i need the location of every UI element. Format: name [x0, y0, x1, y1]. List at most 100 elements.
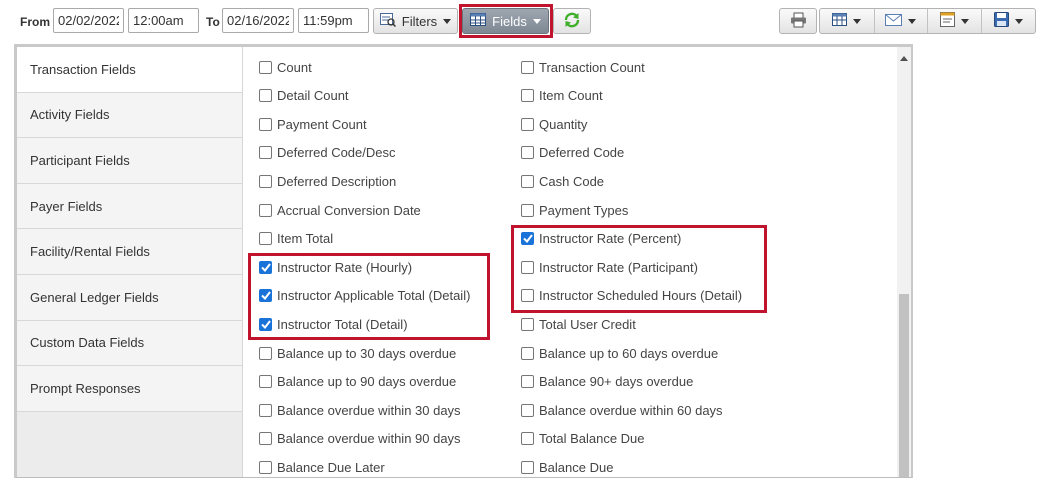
checkbox[interactable]	[521, 174, 534, 188]
sidebar-item[interactable]: Payer Fields	[17, 183, 242, 230]
field-option-label: Payment Types	[539, 202, 629, 218]
checkbox[interactable]	[521, 375, 534, 389]
refresh-button[interactable]	[553, 8, 591, 34]
field-option[interactable]: Balance up to 60 days overdue	[521, 343, 718, 363]
field-option[interactable]: Deferred Code	[521, 143, 624, 163]
sidebar-item[interactable]: General Ledger Fields	[17, 274, 242, 321]
left-selection-highlight	[248, 253, 490, 340]
checkbox[interactable]	[521, 146, 534, 160]
sidebar-item-label: Transaction Fields	[30, 61, 136, 77]
field-option-label: Detail Count	[277, 88, 349, 104]
field-option[interactable]: Transaction Count	[521, 57, 645, 77]
grid-icon	[832, 13, 848, 29]
field-option-label: Deferred Code	[539, 145, 625, 161]
save-icon	[993, 12, 1009, 30]
field-option-label: Balance overdue within 30 days	[277, 402, 461, 418]
checkbox[interactable]	[259, 346, 272, 360]
chevron-down-icon	[960, 18, 969, 24]
field-option[interactable]: Balance Due	[521, 457, 613, 477]
grid-menu-button[interactable]	[820, 9, 874, 33]
checkbox[interactable]	[259, 460, 272, 474]
checkbox[interactable]	[521, 117, 534, 131]
field-option-label: Item Count	[539, 88, 603, 104]
export-button-group	[819, 8, 1036, 34]
checkbox[interactable]	[259, 89, 272, 103]
toolbar: From To Filters Fields	[0, 0, 1059, 44]
checkbox[interactable]	[521, 89, 534, 103]
field-option[interactable]: Detail Count	[259, 86, 349, 106]
field-option[interactable]: Balance overdue within 30 days	[259, 400, 461, 420]
checkbox[interactable]	[259, 375, 272, 389]
field-option[interactable]: Deferred Description	[259, 171, 396, 191]
sidebar-item-label: Participant Fields	[30, 152, 130, 168]
report-icon	[939, 12, 955, 30]
scrollbar-thumb[interactable]	[899, 294, 909, 477]
email-menu-button[interactable]	[873, 9, 928, 33]
field-option[interactable]: Balance up to 30 days overdue	[259, 343, 456, 363]
field-option[interactable]: Total Balance Due	[521, 429, 645, 449]
report-menu-button[interactable]	[927, 9, 981, 33]
sidebar-item[interactable]: Transaction Fields	[17, 47, 242, 93]
sidebar-item[interactable]: Participant Fields	[17, 138, 242, 184]
sidebar-item[interactable]: Facility/Rental Fields	[17, 229, 242, 275]
field-option[interactable]: Item Total	[259, 229, 333, 249]
field-option[interactable]: Payment Count	[259, 114, 367, 134]
print-button[interactable]	[779, 8, 817, 34]
to-time-input[interactable]	[298, 8, 369, 33]
save-menu-button[interactable]	[980, 9, 1036, 33]
field-option[interactable]: Deferred Code/Desc	[259, 143, 396, 163]
sidebar-item[interactable]: Prompt Responses	[17, 366, 242, 412]
checkbox[interactable]	[259, 60, 272, 74]
field-option[interactable]: Balance up to 90 days overdue	[259, 372, 456, 392]
refresh-icon	[563, 11, 581, 32]
sidebar-item[interactable]: Custom Data Fields	[17, 320, 242, 367]
to-date-input[interactable]	[222, 8, 294, 33]
field-option[interactable]: Cash Code	[521, 171, 604, 191]
sidebar-item-label: Facility/Rental Fields	[30, 244, 150, 260]
field-option-label: Balance up to 60 days overdue	[539, 345, 719, 361]
field-option[interactable]: Total User Credit	[521, 314, 636, 334]
field-option-label: Transaction Count	[539, 59, 645, 75]
checkbox[interactable]	[259, 403, 272, 417]
checkbox[interactable]	[259, 174, 272, 188]
field-option-label: Item Total	[277, 231, 334, 247]
field-option-label: Balance up to 90 days overdue	[277, 374, 457, 390]
checkbox[interactable]	[259, 432, 272, 446]
field-option[interactable]: Balance 90+ days overdue	[521, 372, 693, 392]
field-option-label: Quantity	[539, 116, 588, 132]
field-option[interactable]: Payment Types	[521, 200, 628, 220]
field-option[interactable]: Accrual Conversion Date	[259, 200, 421, 220]
checkbox[interactable]	[521, 346, 534, 360]
field-option-label: Balance Due Later	[277, 459, 385, 475]
checkbox[interactable]	[521, 403, 534, 417]
field-option[interactable]: Balance overdue within 90 days	[259, 429, 461, 449]
field-category-sidebar: Transaction Fields Activity Fields Partici…	[17, 47, 243, 477]
field-option-label: Balance 90+ days overdue	[539, 374, 694, 390]
checkbox[interactable]	[521, 432, 534, 446]
checkbox[interactable]	[521, 317, 534, 331]
checkbox[interactable]	[259, 117, 272, 131]
field-option[interactable]: Item Count	[521, 86, 603, 106]
sidebar-item-label: General Ledger Fields	[30, 289, 159, 305]
field-option-label: Count	[277, 59, 312, 75]
checkbox[interactable]	[521, 60, 534, 74]
print-icon	[790, 12, 807, 31]
field-option-label: Deferred Description	[277, 173, 397, 189]
checkbox[interactable]	[259, 146, 272, 160]
checkbox[interactable]	[259, 203, 272, 217]
from-label: From	[20, 15, 50, 29]
field-option[interactable]: Count	[259, 57, 312, 77]
chevron-down-icon	[908, 18, 917, 24]
checkbox[interactable]	[521, 203, 534, 217]
from-time-input[interactable]	[128, 8, 199, 33]
checkbox[interactable]	[521, 460, 534, 474]
from-date-input[interactable]	[53, 8, 124, 33]
field-option[interactable]: Balance overdue within 60 days	[521, 400, 723, 420]
scroll-up-icon[interactable]	[900, 56, 908, 61]
field-option[interactable]: Quantity	[521, 114, 587, 134]
checkbox[interactable]	[259, 232, 272, 246]
scrollbar[interactable]	[897, 47, 911, 477]
field-option[interactable]: Balance Due Later	[259, 457, 385, 477]
sidebar-item[interactable]: Activity Fields	[17, 92, 242, 139]
filters-button[interactable]: Filters	[373, 8, 458, 34]
